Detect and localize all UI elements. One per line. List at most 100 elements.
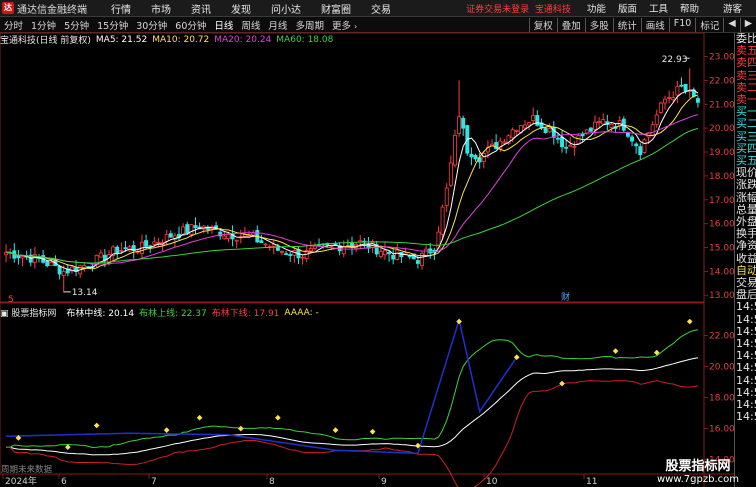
- side-panel-item: 买三: [736, 130, 756, 143]
- indicator-tick-label: 22.00: [709, 332, 735, 342]
- candle-body: [634, 143, 639, 147]
- side-panel-item: 收益: [736, 252, 756, 265]
- candle-body: [284, 253, 289, 256]
- candle-body: [115, 246, 120, 254]
- candle-body: [341, 246, 346, 255]
- side-panel-item: 14:50: [736, 313, 756, 326]
- bollinger-upper-line: [6, 329, 698, 449]
- candle-body: [280, 250, 284, 253]
- candle-body: [263, 243, 268, 246]
- kline-chart[interactable]: 23.00 22.00 21.00 20.00 19.00 18.00 17.00 16.00…: [0, 0, 756, 487]
- side-panel-item: 买二: [736, 118, 756, 131]
- indicator-tick-label: 20.00: [709, 363, 735, 373]
- price-tick-label: 20.00: [709, 124, 735, 134]
- candle-body: [675, 85, 680, 96]
- side-panel-item: 买五: [736, 155, 756, 168]
- candle-body: [407, 255, 412, 258]
- main-chart-frame: [0, 32, 705, 303]
- candle-body: [576, 135, 581, 145]
- candle-body: [242, 234, 247, 237]
- candle-body: [189, 224, 194, 235]
- price-tick-label: 22.00: [709, 76, 735, 86]
- side-panel-item: 买一: [736, 106, 756, 119]
- signal-dot: [686, 318, 693, 325]
- candle-body: [560, 136, 565, 148]
- indicator-legend: ▣ 股票指标网 布林中线: 20.14 布林上线: 22.37 布林下线: 17…: [0, 306, 324, 320]
- signal-dot: [196, 414, 203, 421]
- side-panel-item: 卖五: [736, 45, 756, 58]
- candle-body: [658, 102, 663, 113]
- candle-body: [663, 98, 667, 104]
- candle-body: [391, 254, 396, 260]
- date-tick-label: 8: [269, 477, 275, 487]
- candle-body: [164, 233, 169, 242]
- price-tick-label: 23.00: [709, 53, 735, 63]
- quote-side-panel[interactable]: 委比 卖五 卖四 卖三 卖二 卖一 买一 买二 买三 买四 买五 现价 涨跌 涨幅 总量 外盘 换手 净资 收益 自动…: [734, 33, 756, 487]
- indicator-tick-label: 16.00: [709, 425, 735, 435]
- candle-body: [387, 251, 392, 255]
- signal-dot: [163, 427, 170, 433]
- stock-title: 宝通科技(日线 前复权): [0, 36, 91, 46]
- candle-body: [222, 235, 227, 240]
- candle-body: [564, 146, 569, 149]
- candle-body: [514, 130, 519, 132]
- candle-body: [32, 254, 37, 263]
- candle-body: [49, 261, 54, 266]
- side-panel-item: 14:51: [736, 350, 756, 363]
- candle-body: [61, 270, 66, 276]
- ma60-value: MA60: 18.08: [276, 34, 334, 45]
- candle-body: [510, 129, 515, 139]
- candle-body: [502, 141, 507, 144]
- signal-dot: [456, 318, 462, 325]
- candle-body: [457, 116, 462, 134]
- side-panel-item: 14:51: [736, 374, 756, 387]
- price-tick-label: 19.00: [709, 148, 735, 158]
- indicator-name[interactable]: ▣ 股票指标网: [0, 306, 61, 319]
- indicator-tick-label: 18.00: [709, 394, 735, 404]
- candle-body: [98, 252, 103, 258]
- candle-body: [531, 115, 536, 121]
- side-panel-item: 现价: [736, 167, 756, 180]
- candle-body: [193, 225, 198, 229]
- price-tick-label: 14.00: [709, 267, 735, 277]
- signal-dot: [275, 414, 281, 421]
- candle-body: [527, 122, 532, 126]
- date-tick-label: 10: [486, 477, 498, 487]
- side-panel-item: 涨跌: [736, 179, 756, 192]
- candle-body: [57, 265, 62, 275]
- candle-body: [473, 155, 478, 160]
- side-panel-item: 14:52: [736, 411, 756, 424]
- candle-body: [156, 242, 161, 244]
- candle-body: [597, 121, 602, 123]
- candle-body: [424, 248, 429, 257]
- signal-dot: [559, 380, 565, 387]
- bb-upper-value: 布林上线: 22.37: [139, 309, 207, 319]
- side-panel-item: 卖二: [736, 81, 756, 94]
- candle-body: [601, 119, 606, 125]
- side-panel-item: 14:50: [736, 301, 756, 314]
- bollinger-mid-line: [6, 357, 698, 456]
- ma20-value: MA20: 20.24: [214, 34, 272, 45]
- candle-body: [683, 83, 688, 92]
- candle-body: [543, 127, 548, 133]
- candle-body: [251, 232, 256, 236]
- side-panel-item: 14:51: [736, 362, 756, 375]
- side-panel-item: 自动: [736, 264, 756, 277]
- date-tick-label: 7: [151, 477, 157, 487]
- side-panel-item: 换手: [736, 228, 756, 241]
- price-tick-label: 13.00: [709, 291, 735, 301]
- candle-body: [555, 137, 560, 140]
- candle-body: [308, 248, 313, 252]
- signal-dot: [612, 348, 619, 354]
- candle-body: [152, 241, 157, 245]
- candle-body: [144, 240, 149, 247]
- candle-body: [630, 136, 635, 142]
- candle-body: [535, 115, 540, 126]
- side-panel-item: 交易: [736, 277, 756, 290]
- side-panel-item: 外盘: [736, 216, 756, 229]
- candle-body: [461, 117, 466, 129]
- candle-body: [288, 254, 293, 256]
- candle-body: [654, 114, 659, 125]
- side-panel-item: 委比: [736, 33, 756, 45]
- side-panel-item: 涨幅: [736, 191, 756, 204]
